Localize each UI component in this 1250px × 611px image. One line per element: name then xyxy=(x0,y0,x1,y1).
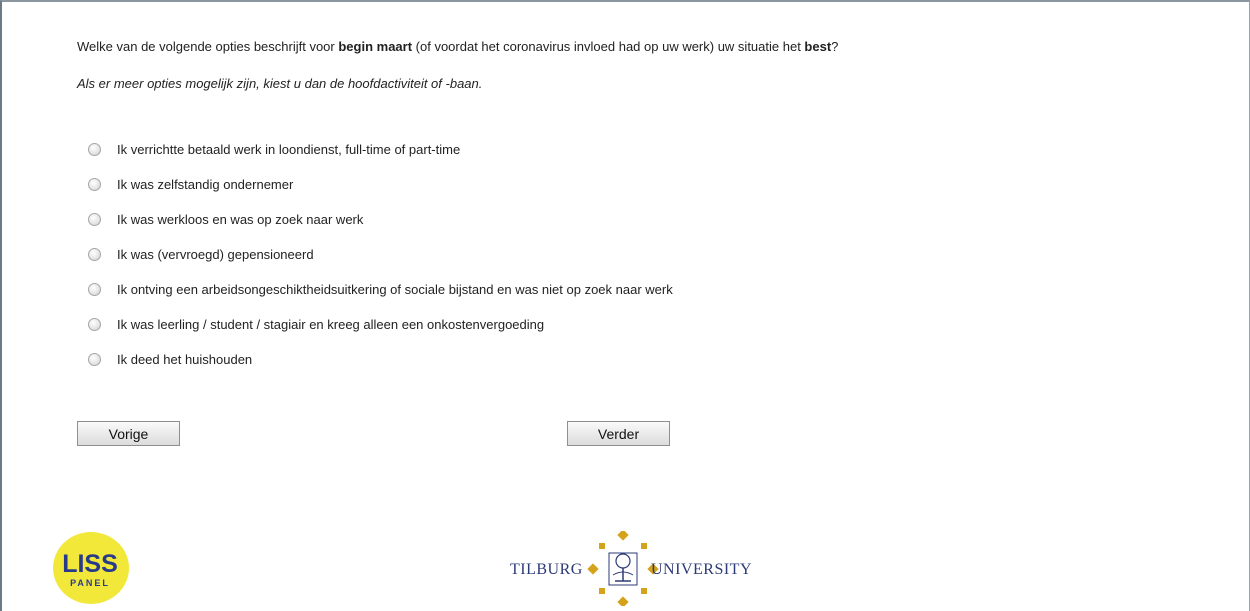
question-part: ? xyxy=(831,39,839,54)
radio-button[interactable] xyxy=(88,283,101,296)
answer-option[interactable]: Ik verrichtte betaald werk in loondienst… xyxy=(88,132,673,167)
answer-option[interactable]: Ik was (vervroegd) gepensioneerd xyxy=(88,237,673,272)
next-button[interactable]: Verder xyxy=(567,421,670,446)
tilburg-logo-word-right: University xyxy=(651,561,752,579)
tilburg-logo-text: University xyxy=(651,561,752,578)
answer-option-label[interactable]: Ik was leerling / student / stagiair en … xyxy=(117,317,544,332)
answer-option[interactable]: Ik deed het huishouden xyxy=(88,342,673,377)
answer-option-label[interactable]: Ik was werkloos en was op zoek naar werk xyxy=(117,212,363,227)
answer-option-label[interactable]: Ik was (vervroegd) gepensioneerd xyxy=(117,247,314,262)
tilburg-logo-text: Tilburg xyxy=(510,561,583,578)
radio-button[interactable] xyxy=(88,318,101,331)
answer-option[interactable]: Ik was leerling / student / stagiair en … xyxy=(88,307,673,342)
answer-option-label[interactable]: Ik deed het huishouden xyxy=(117,352,252,367)
answer-option[interactable]: Ik was zelfstandig ondernemer xyxy=(88,167,673,202)
liss-logo-subtext: PANEL xyxy=(70,578,110,588)
previous-button[interactable]: Vorige xyxy=(77,421,180,446)
tilburg-emblem-icon xyxy=(587,531,659,606)
answer-option-label[interactable]: Ik verrichtte betaald werk in loondienst… xyxy=(117,142,460,157)
radio-button[interactable] xyxy=(88,353,101,366)
tilburg-university-logo: Tilburg University xyxy=(510,531,770,606)
radio-button[interactable] xyxy=(88,248,101,261)
liss-panel-logo: LISS PANEL xyxy=(53,532,129,604)
question-part: (of voordat het coronavirus invloed had … xyxy=(412,39,805,54)
answer-option-label[interactable]: Ik was zelfstandig ondernemer xyxy=(117,177,293,192)
radio-button[interactable] xyxy=(88,143,101,156)
question-emphasis: best xyxy=(804,39,832,54)
question-instruction: Als er meer opties mogelijk zijn, kiest … xyxy=(77,76,483,91)
liss-logo-text: LISS xyxy=(62,550,118,578)
answer-options: Ik verrichtte betaald werk in loondienst… xyxy=(88,132,673,377)
question-emphasis: begin maart xyxy=(338,39,413,54)
question-part: Welke van de volgende opties beschrijft … xyxy=(77,39,339,54)
tilburg-logo-word-left: Tilburg xyxy=(510,561,583,579)
question-text: Welke van de volgende opties beschrijft … xyxy=(77,39,838,55)
answer-option-label[interactable]: Ik ontving een arbeidsongeschiktheidsuit… xyxy=(117,282,673,297)
answer-option[interactable]: Ik was werkloos en was op zoek naar werk xyxy=(88,202,673,237)
radio-button[interactable] xyxy=(88,178,101,191)
radio-button[interactable] xyxy=(88,213,101,226)
answer-option[interactable]: Ik ontving een arbeidsongeschiktheidsuit… xyxy=(88,272,673,307)
